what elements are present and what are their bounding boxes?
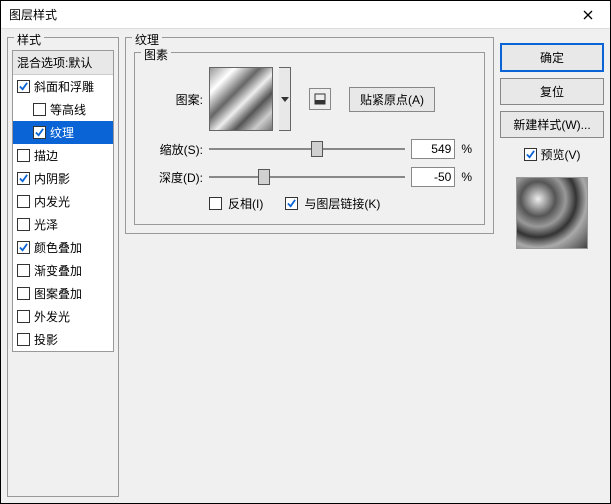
style-checkbox[interactable] [17,241,30,254]
style-item[interactable]: 内阴影 [13,167,113,190]
style-checkbox[interactable] [17,80,30,93]
ok-button[interactable]: 确定 [500,43,604,72]
style-checkbox[interactable] [17,310,30,323]
style-checkbox[interactable] [17,333,30,346]
style-item[interactable]: 斜面和浮雕 [13,75,113,98]
depth-unit: % [461,170,472,184]
style-item-label: 描边 [34,147,58,164]
styles-group-label: 样式 [14,31,44,48]
style-item[interactable]: 外发光 [13,305,113,328]
link-layer-label: 与图层链接(K) [304,195,380,212]
style-item[interactable]: 投影 [13,328,113,351]
pattern-thumbnail[interactable] [209,67,273,131]
style-checkbox[interactable] [17,264,30,277]
style-item[interactable]: 渐变叠加 [13,259,113,282]
cancel-button[interactable]: 复位 [500,78,604,105]
close-icon [583,10,593,20]
pattern-dropdown[interactable] [279,67,291,131]
style-item-label: 等高线 [50,101,86,118]
style-item[interactable]: 描边 [13,144,113,167]
style-item-label: 内发光 [34,193,70,210]
preview-checkbox[interactable] [524,148,537,161]
depth-label: 深度(D): [147,169,203,186]
style-item-label: 颜色叠加 [34,239,82,256]
style-item-label: 图案叠加 [34,285,82,302]
pattern-row: 图案: 贴紧原点(A) [147,67,472,131]
style-item-label: 渐变叠加 [34,262,82,279]
scale-slider[interactable] [209,139,405,159]
snap-origin-button[interactable]: 贴紧原点(A) [349,87,435,112]
style-item-label: 内阴影 [34,170,70,187]
link-layer-checkbox[interactable] [285,197,298,210]
style-checkbox[interactable] [17,149,30,162]
style-checkbox[interactable] [17,195,30,208]
style-item[interactable]: 等高线 [13,98,113,121]
elements-group: 图素 图案: 贴紧原点(A) [134,52,485,225]
settings-panel: 纹理 图素 图案: 贴紧原点(A) [125,37,494,497]
invert-label: 反相(I) [228,195,263,212]
new-style-button[interactable]: 新建样式(W)... [500,111,604,138]
preview-swirl [517,178,587,248]
checkbox-row: 反相(I) 与图层链接(K) [209,195,472,212]
style-item-label: 光泽 [34,216,58,233]
style-list: 混合选项:默认 斜面和浮雕等高线纹理描边内阴影内发光光泽颜色叠加渐变叠加图案叠加… [12,50,114,352]
dialog-body: 样式 混合选项:默认 斜面和浮雕等高线纹理描边内阴影内发光光泽颜色叠加渐变叠加图… [1,29,610,503]
style-item[interactable]: 内发光 [13,190,113,213]
scale-row: 缩放(S): % [147,139,472,159]
depth-row: 深度(D): % [147,167,472,187]
style-item[interactable]: 光泽 [13,213,113,236]
style-item[interactable]: 图案叠加 [13,282,113,305]
style-item-label: 斜面和浮雕 [34,78,94,95]
blend-options-label: 混合选项:默认 [17,54,92,71]
style-checkbox[interactable] [17,172,30,185]
style-checkbox[interactable] [17,218,30,231]
elements-group-label: 图素 [141,46,171,63]
depth-input[interactable] [411,167,455,187]
action-panel: 确定 复位 新建样式(W)... 预览(V) [500,37,604,497]
styles-group: 样式 混合选项:默认 斜面和浮雕等高线纹理描边内阴影内发光光泽颜色叠加渐变叠加图… [7,37,119,497]
preview-label: 预览(V) [541,146,581,163]
invert-checkbox[interactable] [209,197,222,210]
style-item-label: 纹理 [50,124,74,141]
blend-options-header[interactable]: 混合选项:默认 [13,51,113,75]
style-checkbox[interactable] [33,103,46,116]
new-preset-icon [314,93,326,105]
titlebar: 图层样式 [1,1,610,29]
preview-row: 预览(V) [500,146,604,163]
depth-slider[interactable] [209,167,405,187]
pattern-label: 图案: [147,91,203,108]
texture-group: 纹理 图素 图案: 贴紧原点(A) [125,37,494,234]
window-title: 图层样式 [9,6,565,23]
scale-unit: % [461,142,472,156]
style-item[interactable]: 颜色叠加 [13,236,113,259]
style-item-label: 投影 [34,331,58,348]
style-checkbox[interactable] [17,287,30,300]
scale-input[interactable] [411,139,455,159]
scale-label: 缩放(S): [147,141,203,158]
new-preset-button[interactable] [309,88,331,110]
style-item-label: 外发光 [34,308,70,325]
depth-slider-thumb[interactable] [258,169,270,185]
scale-slider-thumb[interactable] [311,141,323,157]
close-button[interactable] [565,1,610,29]
style-checkbox[interactable] [33,126,46,139]
chevron-down-icon [281,97,289,102]
layer-style-dialog: 图层样式 样式 混合选项:默认 斜面和浮雕等高线纹理描边内阴影内发光光泽颜色叠加… [0,0,611,504]
styles-panel: 样式 混合选项:默认 斜面和浮雕等高线纹理描边内阴影内发光光泽颜色叠加渐变叠加图… [7,37,119,497]
preview-thumbnail [516,177,588,249]
style-item[interactable]: 纹理 [13,121,113,144]
